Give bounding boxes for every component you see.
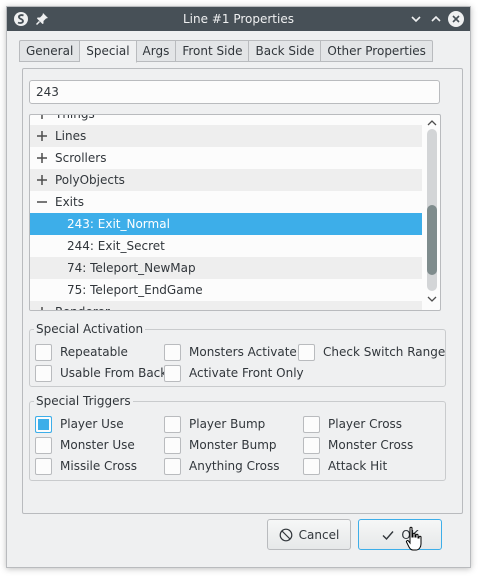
tree-row-label: Exits xyxy=(55,195,84,209)
checkmark-icon xyxy=(382,530,394,540)
specials-tree[interactable]: Things Lines Scrollers PolyObjects Exits… xyxy=(29,114,441,311)
tree-row-label: Things xyxy=(55,114,95,121)
checkbox-box[interactable] xyxy=(303,415,320,433)
checkbox-attack-hit[interactable]: Attack Hit xyxy=(303,456,387,476)
checkbox-repeatable[interactable]: Repeatable xyxy=(35,342,128,362)
cancel-button-label: Cancel xyxy=(298,527,340,542)
checkbox-label: Monster Use xyxy=(60,438,135,452)
ok-button[interactable]: OK xyxy=(358,519,442,550)
special-triggers-group: Special Triggers Player Use Player Bump … xyxy=(29,393,446,481)
expand-plus-icon[interactable] xyxy=(36,174,48,186)
checkbox-box[interactable] xyxy=(35,436,52,454)
checkbox-monsters-activate[interactable]: Monsters Activate xyxy=(164,342,297,362)
checkbox-label: Repeatable xyxy=(60,345,128,359)
checkbox-box[interactable] xyxy=(298,343,315,361)
checkbox-player-cross[interactable]: Player Cross xyxy=(303,414,402,434)
checkbox-label: Player Cross xyxy=(328,417,403,431)
checkbox-label: Player Bump xyxy=(189,417,266,431)
special-filter-input[interactable]: 243 xyxy=(29,80,440,104)
tree-item-teleport-newmap[interactable]: 74: Teleport_NewMap xyxy=(30,257,422,279)
window-title: Line #1 Properties xyxy=(183,12,294,26)
expand-plus-icon[interactable] xyxy=(36,306,48,311)
tree-row-label: 244: Exit_Secret xyxy=(67,239,165,253)
expand-plus-icon[interactable] xyxy=(36,130,48,142)
tab-args[interactable]: Args xyxy=(136,40,177,62)
checkbox-player-use[interactable]: Player Use xyxy=(35,414,124,434)
tree-row-label: 243: Exit_Normal xyxy=(67,217,170,231)
checkbox-box[interactable] xyxy=(303,457,320,475)
checkbox-box[interactable] xyxy=(303,436,320,454)
checkbox-player-bump[interactable]: Player Bump xyxy=(164,414,265,434)
tab-special[interactable]: Special xyxy=(80,40,137,63)
tree-category-polyobjects[interactable]: PolyObjects xyxy=(30,169,422,191)
checkbox-label: Missile Cross xyxy=(60,459,137,473)
special-activation-group: Special Activation Repeatable Monsters A… xyxy=(29,321,446,387)
checkbox-monster-cross[interactable]: Monster Cross xyxy=(303,435,413,455)
checkbox-box[interactable] xyxy=(35,457,52,475)
checkbox-activate-front-only[interactable]: Activate Front Only xyxy=(164,363,304,383)
tree-category-exits[interactable]: Exits xyxy=(30,191,422,213)
tab-other-properties[interactable]: Other Properties xyxy=(321,40,433,62)
expand-plus-icon[interactable] xyxy=(36,114,48,120)
tree-row-label: Renderer xyxy=(55,301,110,310)
tree-category-lines[interactable]: Lines xyxy=(30,125,422,147)
checkbox-box[interactable] xyxy=(164,343,181,361)
checkbox-label: Attack Hit xyxy=(328,459,388,473)
tree-row-label: 74: Teleport_NewMap xyxy=(67,261,196,275)
tree-row-label: 75: Teleport_EndGame xyxy=(67,283,203,297)
tab-general[interactable]: General xyxy=(19,40,81,62)
tree-category-scrollers[interactable]: Scrollers xyxy=(30,147,422,169)
tree-item-exit-normal[interactable]: 243: Exit_Normal xyxy=(30,213,422,235)
checkbox-label: Monster Bump xyxy=(189,438,277,452)
scrollbar-thumb[interactable] xyxy=(427,205,437,275)
title-bar[interactable]: Line #1 Properties xyxy=(7,7,470,31)
checkbox-monster-use[interactable]: Monster Use xyxy=(35,435,135,455)
maximize-icon[interactable] xyxy=(427,10,445,28)
tab-back-side[interactable]: Back Side xyxy=(249,40,322,62)
checkbox-label: Monsters Activate xyxy=(189,345,297,359)
collapse-minus-icon[interactable] xyxy=(36,196,48,208)
cancel-icon xyxy=(279,528,293,541)
checkbox-monster-bump[interactable]: Monster Bump xyxy=(164,435,277,455)
tree-category-things[interactable]: Things xyxy=(30,114,422,125)
checkbox-box[interactable] xyxy=(35,415,52,433)
checkbox-box[interactable] xyxy=(164,364,181,382)
tree-scrollbar[interactable] xyxy=(424,115,440,310)
minimize-icon[interactable] xyxy=(407,10,425,28)
checkbox-anything-cross[interactable]: Anything Cross xyxy=(164,456,280,476)
checkbox-label: Player Use xyxy=(60,417,124,431)
scroll-down-icon[interactable] xyxy=(427,295,437,303)
tree-row-label: PolyObjects xyxy=(55,173,125,187)
checkbox-box[interactable] xyxy=(164,457,181,475)
tree-row-label: Scrollers xyxy=(55,151,107,165)
group-title: Special Triggers xyxy=(34,393,133,409)
expand-plus-icon[interactable] xyxy=(36,152,48,164)
checkbox-label: Anything Cross xyxy=(189,459,280,473)
scroll-up-icon[interactable] xyxy=(427,119,437,127)
cancel-button[interactable]: Cancel xyxy=(267,519,351,550)
checkbox-box[interactable] xyxy=(164,415,181,433)
checkbox-box[interactable] xyxy=(164,436,181,454)
checkbox-box[interactable] xyxy=(35,364,52,382)
group-title: Special Activation xyxy=(34,321,146,337)
checkbox-label: Usable From Back xyxy=(60,366,168,380)
tree-row-label: Lines xyxy=(55,129,87,143)
tab-bar: General Special Args Front Side Back Sid… xyxy=(19,40,433,63)
tab-front-side[interactable]: Front Side xyxy=(176,40,250,62)
checkbox-usable-from-back[interactable]: Usable From Back xyxy=(35,363,167,383)
tree-item-teleport-endgame[interactable]: 75: Teleport_EndGame xyxy=(30,279,422,301)
tree-item-exit-secret[interactable]: 244: Exit_Secret xyxy=(30,235,422,257)
checkbox-label: Activate Front Only xyxy=(189,366,304,380)
close-icon[interactable] xyxy=(447,10,465,28)
hand-cursor-icon xyxy=(405,526,422,551)
checkbox-missile-cross[interactable]: Missile Cross xyxy=(35,456,137,476)
checkbox-label: Check Switch Range xyxy=(323,345,446,359)
checkbox-box[interactable] xyxy=(35,343,52,361)
checkbox-label: Monster Cross xyxy=(328,438,414,452)
tree-category-renderer[interactable]: Renderer xyxy=(30,301,422,311)
checkbox-check-switch-range[interactable]: Check Switch Range xyxy=(298,342,445,362)
